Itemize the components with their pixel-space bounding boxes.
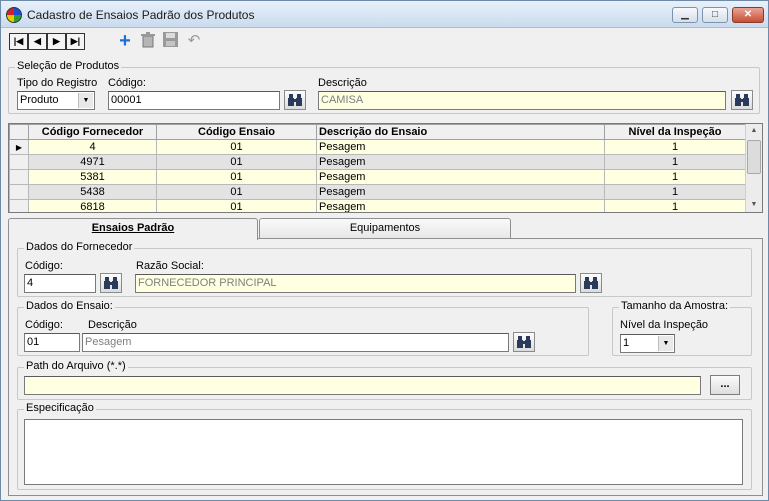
column-header-descricao[interactable]: Descrição do Ensaio [316,124,605,140]
prev-record-button[interactable]: ◀ [28,33,47,50]
supplier-legend: Dados do Fornecedor [24,241,135,253]
row-indicator-header [9,124,29,140]
cell-descricao[interactable]: Pesagem [316,184,605,200]
column-header-fornecedor[interactable]: Código Fornecedor [28,124,157,140]
binoculars-icon[interactable] [731,90,753,110]
cell-descricao[interactable]: Pesagem [316,169,605,185]
cell-nivel[interactable]: 1 [604,154,746,170]
product-description-field: CAMISA [318,91,726,110]
supplier-name-field: FORNECEDOR PRINCIPAL [135,274,576,293]
cell-nivel[interactable]: 1 [604,169,746,185]
cell-nivel[interactable]: 1 [604,139,746,155]
binoculars-icon[interactable] [513,332,535,352]
product-selection-legend: Seleção de Produtos [15,60,122,72]
scroll-up-icon[interactable]: ▲ [746,124,762,138]
inspection-level-label: Nível da Inspeção [620,319,709,331]
cell-fornecedor[interactable]: 6818 [28,199,157,212]
table-row[interactable]: 5381 01 Pesagem 1 [9,169,746,185]
maximize-button[interactable]: □ [702,7,728,23]
cell-nivel[interactable]: 1 [604,184,746,200]
specification-legend: Especificação [24,402,96,414]
app-icon [6,7,22,23]
cell-fornecedor[interactable]: 5438 [28,184,157,200]
column-header-nivel[interactable]: Nível da Inspeção [604,124,746,140]
row-indicator [9,199,29,212]
supplier-code-label: Código: [25,260,63,272]
product-description-label: Descrição [318,77,367,89]
record-type-select[interactable]: Produto ▼ [17,91,95,110]
record-type-label: Tipo do Registro [17,77,98,89]
binoculars-icon[interactable] [580,273,602,293]
table-row[interactable]: 5438 01 Pesagem 1 [9,184,746,200]
close-button[interactable]: ✕ [732,7,764,23]
record-type-value: Produto [20,94,59,106]
cell-descricao[interactable]: Pesagem [316,199,605,212]
test-code-label: Código: [25,319,63,331]
table-row[interactable]: 4971 01 Pesagem 1 [9,154,746,170]
save-icon[interactable] [161,32,179,50]
supplier-name-label: Razão Social: [136,260,204,272]
grid-scrollbar[interactable]: ▲ ▼ [745,124,762,212]
next-record-button[interactable]: ▶ [47,33,66,50]
current-row-icon: ▶ [9,139,29,155]
add-icon[interactable]: + [116,31,134,51]
row-indicator [9,184,29,200]
supplier-code-input[interactable]: 4 [24,274,96,293]
column-header-ensaio[interactable]: Código Ensaio [156,124,317,140]
product-code-label: Código: [108,77,146,89]
tab-ensaios-padrao-label: Ensaios Padrão [91,222,175,234]
tab-ensaios-padrao[interactable]: Ensaios Padrão [8,218,258,240]
test-description-label: Descrição [88,319,137,331]
cell-descricao[interactable]: Pesagem [316,139,605,155]
browse-button[interactable]: ... [710,375,740,395]
cell-descricao[interactable]: Pesagem [316,154,605,170]
main-window: Cadastro de Ensaios Padrão dos Produtos … [0,0,769,501]
binoculars-icon[interactable] [284,90,306,110]
trash-icon[interactable] [139,32,157,50]
file-path-legend: Path do Arquivo (*.*) [24,360,128,372]
cell-fornecedor[interactable]: 4971 [28,154,157,170]
row-indicator [9,154,29,170]
cell-fornecedor[interactable]: 5381 [28,169,157,185]
last-record-button[interactable]: ▶| [66,33,85,50]
cell-fornecedor[interactable]: 4 [28,139,157,155]
chevron-down-icon[interactable]: ▼ [78,93,93,108]
table-row[interactable]: ▶ 4 01 Pesagem 1 [9,139,746,155]
minimize-button[interactable]: ▁ [672,7,698,23]
test-description-field[interactable]: Pesagem [82,333,509,352]
file-path-input[interactable] [24,376,701,395]
table-row[interactable]: 6818 01 Pesagem 1 [9,199,746,212]
test-data-legend: Dados do Ensaio: [24,300,115,312]
test-code-input[interactable]: 01 [24,333,80,352]
tab-equipamentos-label: Equipamentos [349,222,421,234]
product-code-input[interactable]: 00001 [108,91,280,110]
cell-nivel[interactable]: 1 [604,199,746,212]
binoculars-icon[interactable] [100,273,122,293]
inspection-level-select[interactable]: 1 ▼ [620,334,675,353]
cell-ensaio[interactable]: 01 [156,184,317,200]
cell-ensaio[interactable]: 01 [156,169,317,185]
cell-ensaio[interactable]: 01 [156,199,317,212]
tab-equipamentos[interactable]: Equipamentos [259,218,511,239]
cell-ensaio[interactable]: 01 [156,139,317,155]
undo-icon[interactable]: ↶ [185,32,203,50]
title-bar: Cadastro de Ensaios Padrão dos Produtos … [1,1,768,28]
window-title: Cadastro de Ensaios Padrão dos Produtos [27,8,255,22]
test-grid[interactable]: Código Fornecedor Código Ensaio Descriçã… [8,123,763,213]
row-indicator [9,169,29,185]
scroll-down-icon[interactable]: ▼ [746,198,762,212]
sample-size-legend: Tamanho da Amostra: [619,300,731,312]
inspection-level-value: 1 [623,337,630,349]
chevron-down-icon[interactable]: ▼ [658,336,673,351]
first-record-button[interactable]: |◀ [9,33,28,50]
record-navigator: |◀ ◀ ▶ ▶| [9,33,85,50]
cell-ensaio[interactable]: 01 [156,154,317,170]
scroll-thumb[interactable] [747,140,761,174]
specification-textarea[interactable] [24,419,743,485]
